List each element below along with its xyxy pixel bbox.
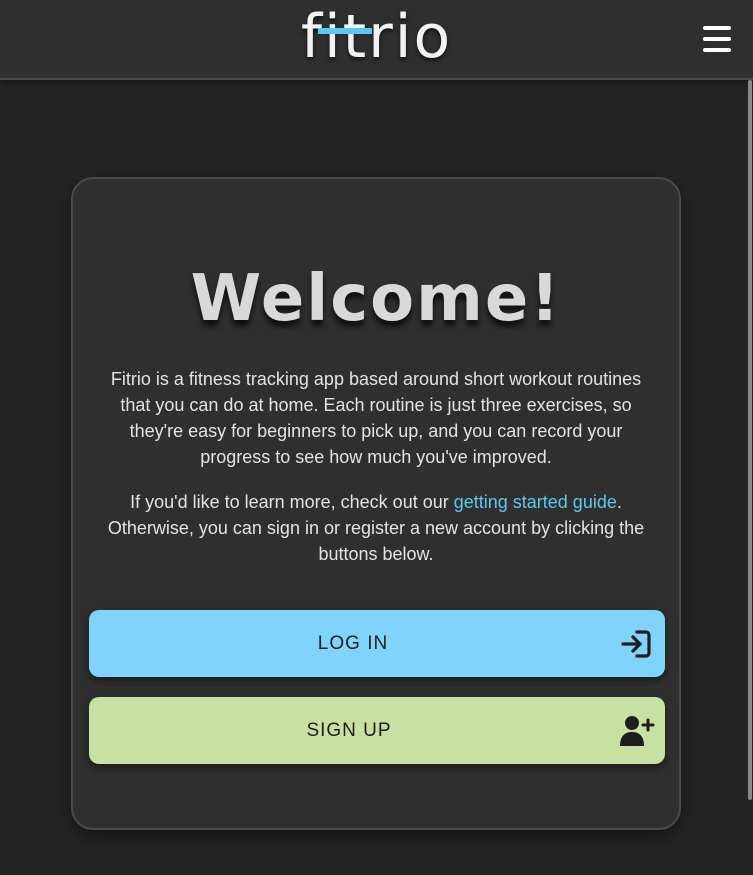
fitrio-logo[interactable]: fitrio	[0, 4, 753, 70]
guide-paragraph: If you'd like to learn more, check out o…	[101, 489, 651, 567]
welcome-card: Welcome! Fitrio is a fitness tracking ap…	[71, 177, 681, 830]
login-button-label: LOG IN	[317, 633, 389, 654]
top-navbar: fitrio	[0, 0, 753, 80]
login-arrow-icon	[621, 630, 651, 658]
add-user-icon	[620, 716, 655, 746]
logo-letter-i: i	[318, 2, 343, 72]
app-page: fitrio Welcome! Fitrio is a fitness trac…	[0, 0, 753, 875]
menu-bar-bottom	[703, 48, 731, 52]
signup-button-label: SIGN UP	[306, 720, 392, 741]
login-button[interactable]: LOG IN	[89, 610, 665, 677]
page-scrollbar[interactable]	[748, 80, 752, 800]
hamburger-menu-icon[interactable]	[703, 26, 731, 52]
logo-letter-f: f	[300, 2, 324, 72]
menu-bar-middle	[703, 37, 731, 41]
logo-letters-rio: rio	[368, 2, 453, 72]
menu-bar-top	[703, 26, 731, 30]
getting-started-guide-link[interactable]: getting started guide	[454, 492, 617, 512]
intro-paragraph: Fitrio is a fitness tracking app based a…	[110, 369, 642, 467]
logo-letter-t: t	[338, 2, 372, 72]
guide-text-prefix: If you'd like to learn more, check out o…	[130, 492, 454, 512]
signup-button[interactable]: SIGN UP	[89, 697, 665, 764]
welcome-title: Welcome!	[190, 262, 562, 336]
